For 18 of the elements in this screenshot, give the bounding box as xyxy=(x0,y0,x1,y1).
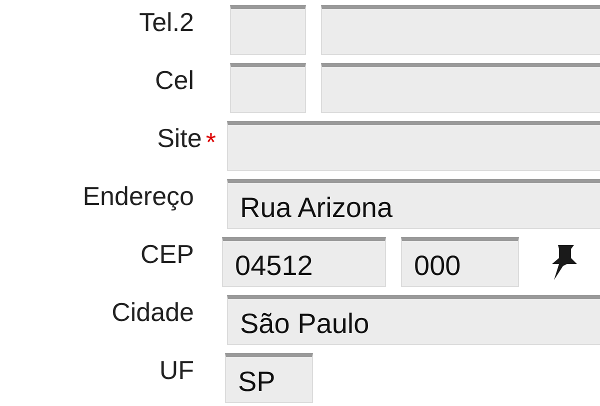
field-label: UF xyxy=(159,355,194,386)
input-field[interactable] xyxy=(230,5,306,55)
input-field[interactable]: SP xyxy=(225,353,313,403)
input-field[interactable] xyxy=(321,63,600,113)
input-field[interactable]: Rua Arizona xyxy=(227,179,600,229)
field-label: CEP xyxy=(140,239,194,270)
field-label: Tel.2 xyxy=(139,7,194,38)
field-label: Site xyxy=(157,123,202,154)
field-label: Cidade xyxy=(112,297,194,328)
input-field[interactable]: 04512 xyxy=(222,237,386,287)
input-field[interactable] xyxy=(321,5,600,55)
field-label: Cel xyxy=(154,65,194,96)
input-field[interactable] xyxy=(227,121,600,171)
input-field[interactable]: 000 xyxy=(401,237,519,287)
required-asterisk: * xyxy=(206,127,216,158)
input-field[interactable]: São Paulo xyxy=(227,295,600,345)
field-label: Endereço xyxy=(82,181,194,212)
input-field[interactable] xyxy=(230,63,306,113)
